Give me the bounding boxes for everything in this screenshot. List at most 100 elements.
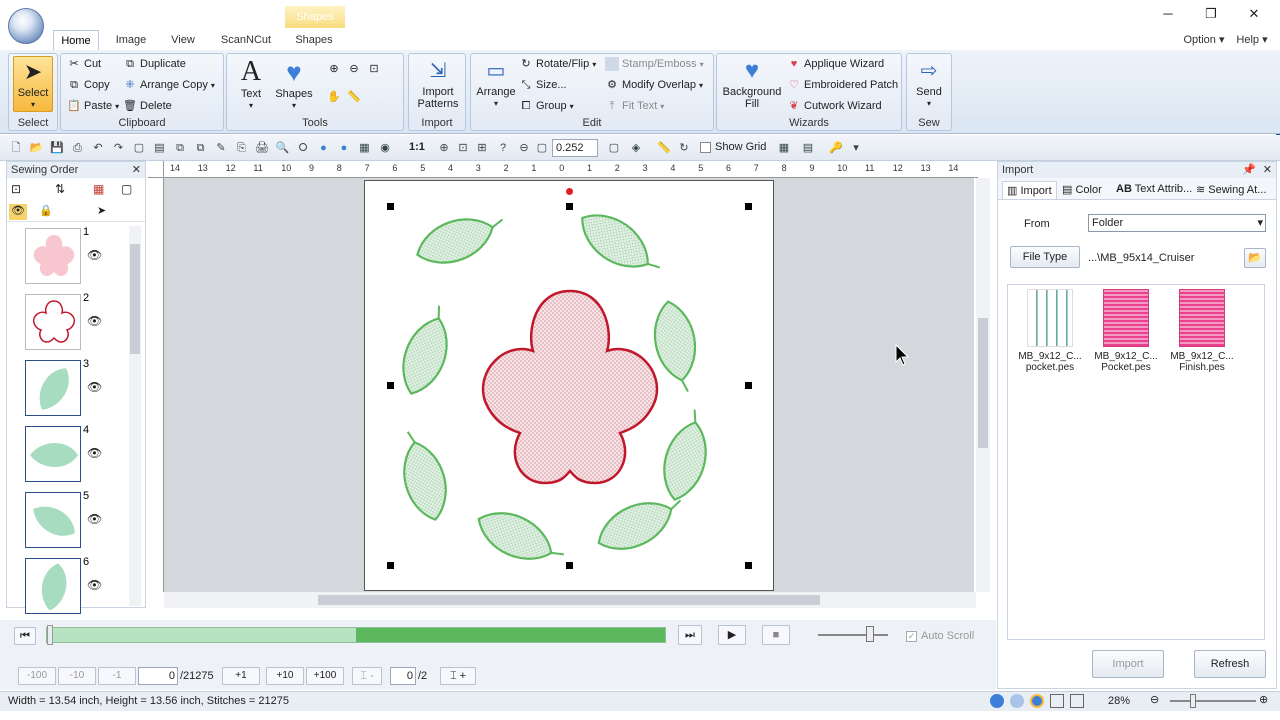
page-next-button[interactable]: ⌶ + xyxy=(440,667,476,685)
leaf-shape[interactable] xyxy=(656,406,717,505)
page-current-input[interactable]: 0 xyxy=(390,667,416,685)
cut-button[interactable]: ✂ Cut xyxy=(67,57,101,71)
size-button[interactable]: ⤡ Size... xyxy=(519,78,567,92)
view-page-icon[interactable] xyxy=(1050,694,1064,708)
save-as-icon[interactable]: ⎙ xyxy=(70,140,86,156)
view-realistic-icon[interactable] xyxy=(1010,694,1024,708)
selection-handle-l[interactable] xyxy=(387,382,394,389)
magnet-icon[interactable]: 🔑 xyxy=(828,140,844,156)
rotate-flip-button[interactable]: ↻ Rotate/Flip ▾ xyxy=(519,57,596,71)
selection-handle-br[interactable] xyxy=(745,562,752,569)
tab-view[interactable]: View xyxy=(163,30,203,50)
one-to-one-button[interactable]: 1:1 xyxy=(409,141,425,153)
background-fill-button[interactable]: ♥ Background Fill xyxy=(719,56,785,110)
embroidered-patch-button[interactable]: ♡ Embroidered Patch xyxy=(787,78,898,92)
page-prev-button[interactable]: ⌶ - xyxy=(352,667,382,685)
sewing-order-thumbnail[interactable] xyxy=(25,228,81,284)
stitch-view-icon[interactable]: ▦ xyxy=(357,140,373,156)
sewing-order-thumbnail[interactable] xyxy=(25,492,81,548)
rotate-tb-icon[interactable]: ↻ xyxy=(676,140,692,156)
restore-button[interactable]: ❐ xyxy=(1201,6,1221,22)
list-scrollbar[interactable] xyxy=(129,226,141,606)
print-preview-icon[interactable]: ⎘ xyxy=(234,140,250,156)
zoom-fit-tb-icon[interactable]: ⊡ xyxy=(455,140,471,156)
view-normal-icon[interactable] xyxy=(1030,694,1044,708)
undo-icon[interactable]: ↶ xyxy=(90,140,106,156)
list-scroll-thumb[interactable] xyxy=(130,244,140,354)
stitch-step-button[interactable]: +1 xyxy=(222,667,260,685)
selection-handle-t[interactable] xyxy=(566,203,573,210)
sewing-order-thumbnail[interactable] xyxy=(25,294,81,350)
zoom-in-status-icon[interactable]: ⊕ xyxy=(1259,693,1268,706)
eye-toggle-icon[interactable]: 👁 xyxy=(9,204,27,220)
realistic-view-icon[interactable]: ◉ xyxy=(377,140,393,156)
zoom-out-status-icon[interactable]: ⊖ xyxy=(1150,693,1159,706)
zoom-slider-thumb[interactable] xyxy=(1190,694,1196,708)
stop-button[interactable]: ■ xyxy=(762,625,790,645)
open-icon[interactable]: 📂 xyxy=(29,140,45,156)
color-tab[interactable]: ▤ Color xyxy=(1062,183,1102,196)
help-menu[interactable]: Help ▾ xyxy=(1232,30,1272,50)
sewing-attrib-tab[interactable]: ≋ Sewing At... xyxy=(1196,183,1266,196)
more-tb-icon[interactable]: ▾ xyxy=(848,140,864,156)
show-grid-checkbox[interactable] xyxy=(700,141,711,153)
canvas-vscroll-thumb[interactable] xyxy=(978,318,988,448)
arrange-button[interactable]: ▭ Arrange ▾ xyxy=(475,56,517,110)
stitch-progress-thumb[interactable] xyxy=(47,625,53,645)
frame-icon[interactable]: ▢ xyxy=(131,140,147,156)
close-button[interactable]: ✕ xyxy=(1244,6,1264,22)
zoom-area-tb-icon[interactable]: ⊞ xyxy=(474,140,490,156)
leaf-shape[interactable] xyxy=(393,426,454,525)
copy-button[interactable]: ⧉ Copy xyxy=(67,78,110,92)
speed-slider[interactable] xyxy=(818,626,888,642)
zoom-slider[interactable] xyxy=(1170,694,1256,708)
cutwork-wizard-button[interactable]: ❦ Cutwork Wizard xyxy=(787,99,881,113)
ruler-tb-icon[interactable]: 📏 xyxy=(656,140,672,156)
grid-setting-icon[interactable]: ▦ xyxy=(776,140,792,156)
auto-scroll-checkbox[interactable]: ✓ xyxy=(906,630,917,642)
frame-icon[interactable]: ▢ xyxy=(121,182,132,196)
select-circle-icon[interactable]: ● xyxy=(316,140,332,156)
browse-folder-icon[interactable]: 📂 xyxy=(1244,248,1266,268)
grid-color-icon[interactable]: ▤ xyxy=(800,140,816,156)
selection-handle-r[interactable] xyxy=(745,382,752,389)
auto-scroll-toggle[interactable]: ✓ Auto Scroll xyxy=(906,630,974,642)
show-grid-toggle[interactable]: Show Grid xyxy=(700,141,766,153)
duplicate-button[interactable]: ⧉ Duplicate xyxy=(123,57,186,71)
zoom-in-tb-icon[interactable]: ⊕ xyxy=(436,140,452,156)
leaf-shape[interactable] xyxy=(571,202,669,287)
minimize-button[interactable]: ─ xyxy=(1158,6,1178,22)
modify-overlap-button[interactable]: ⚙ Modify Overlap ▾ xyxy=(605,78,703,92)
fit-icon[interactable]: ⊡ xyxy=(11,182,21,196)
help-tb-icon[interactable]: ? xyxy=(495,140,511,156)
panel-close-icon[interactable]: ✕ xyxy=(132,162,141,178)
sewing-order-thumbnail[interactable] xyxy=(25,426,81,482)
rotation-handle[interactable] xyxy=(566,188,573,195)
refresh-button[interactable]: Refresh xyxy=(1194,650,1266,678)
copy-layout-icon[interactable]: ⧉ xyxy=(172,140,188,156)
applique-wizard-button[interactable]: ♥ Applique Wizard xyxy=(787,57,884,71)
option-menu[interactable]: Option ▾ xyxy=(1180,30,1228,50)
lock-icon[interactable]: 🔒 xyxy=(39,204,53,217)
print-icon[interactable]: 🖨 xyxy=(254,140,270,156)
stitch-step-button[interactable]: -100 xyxy=(18,667,56,685)
paste-layout-icon[interactable]: ⧉ xyxy=(193,140,209,156)
pointer-icon[interactable]: ➤ xyxy=(97,204,106,217)
frame-tb-icon[interactable]: ▢ xyxy=(606,140,622,156)
rewind-button[interactable]: ⏮ xyxy=(14,627,36,645)
paste-button[interactable]: 📋 Paste ▾ xyxy=(67,99,119,113)
view-print-icon[interactable] xyxy=(1070,694,1084,708)
file-thumbnail[interactable]: MB_9x12_C... Finish.pes xyxy=(1166,289,1238,379)
import-tab[interactable]: ▥ Import xyxy=(1002,181,1057,199)
canvas-vscroll[interactable] xyxy=(976,178,990,592)
select-button[interactable]: ➤ Select ▾ xyxy=(13,56,53,112)
end-button[interactable]: ⏭ xyxy=(678,625,702,645)
stitch-step-button[interactable]: -10 xyxy=(58,667,96,685)
import-panel-close-icon[interactable]: ✕ xyxy=(1263,162,1272,178)
import-button[interactable]: Import xyxy=(1092,650,1164,678)
hoop-icon[interactable]: ⭘ xyxy=(295,140,311,156)
group-objects-button[interactable]: ⧠ Group ▾ xyxy=(519,99,574,113)
zoom-in-icon[interactable]: ⊕ xyxy=(327,62,341,76)
app-menu-button[interactable] xyxy=(8,8,44,44)
tab-scanncut[interactable]: ScanNCut xyxy=(214,30,278,50)
